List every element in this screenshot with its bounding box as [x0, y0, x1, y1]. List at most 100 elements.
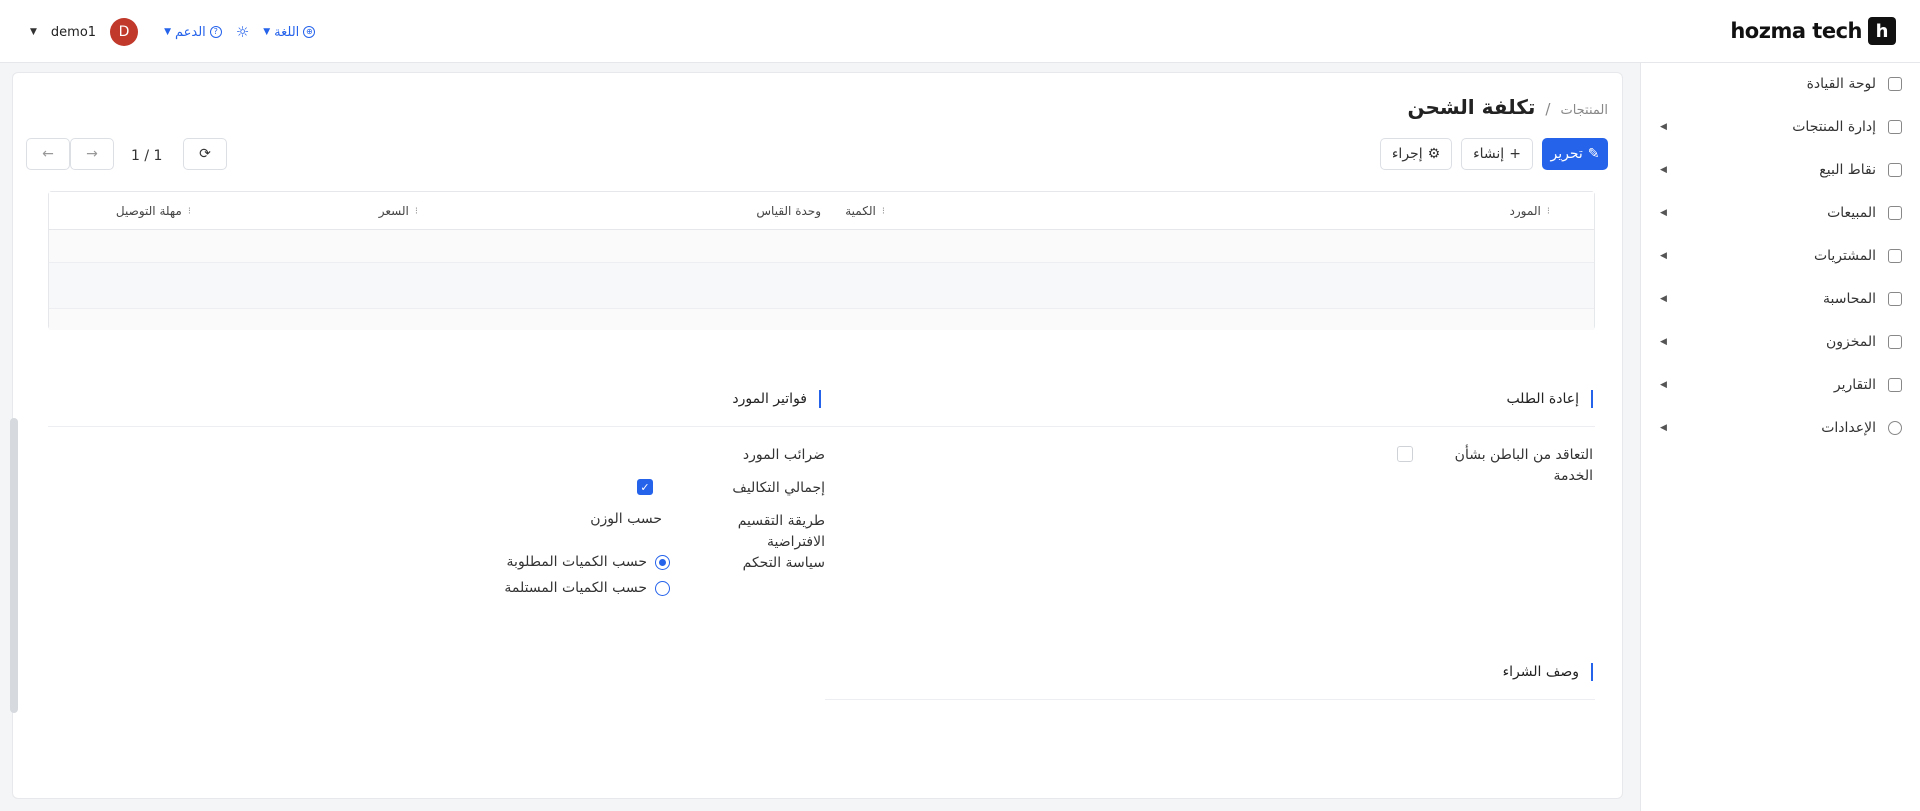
breadcrumb-root[interactable]: المنتجات [1560, 103, 1608, 118]
subcontract-label-line1: التعاقد من الباطن بشأن [1454, 447, 1593, 463]
page-title: تكلفة الشحن [1407, 95, 1536, 119]
arrow-right-icon: → [86, 146, 98, 162]
arrow-left-icon: ← [42, 146, 54, 162]
edit-button-label: تحرير [1550, 146, 1583, 162]
create-button[interactable]: إنشاء + [1461, 138, 1533, 170]
support-label: الدعم [174, 24, 206, 40]
column-header-vendor[interactable]: المورد ⁝ [1510, 204, 1550, 218]
policy-ordered-option[interactable]: حسب الكميات المطلوبة [507, 554, 670, 570]
column-header-quantity[interactable]: الكمية ⁝ [845, 204, 885, 218]
language-menu[interactable]: ▼ اللغة ⊕ [263, 24, 316, 40]
plus-icon: + [1509, 146, 1521, 162]
report-icon [1888, 378, 1902, 392]
sidebar-item-label: المشتريات [1813, 248, 1876, 264]
brand-mark: h [1868, 17, 1896, 45]
sort-icon: ⁝ [187, 205, 191, 217]
column-header-price[interactable]: السعر ⁝ [379, 204, 418, 218]
split-method-label: طريقة التقسيم الافتراضية [738, 511, 825, 553]
column-header-unit[interactable]: وحدة القياس [756, 204, 821, 218]
caret-left-icon: ◀ [1660, 380, 1667, 390]
language-label: اللغة [274, 24, 300, 40]
sidebar-item-label: المحاسبة [1822, 291, 1876, 307]
caret-left-icon: ◀ [1660, 122, 1667, 132]
total-costs-checkbox[interactable]: ✓ [637, 479, 653, 495]
next-page-button[interactable]: → [70, 138, 114, 170]
column-header-label: وحدة القياس [756, 204, 821, 218]
column-header-label: المورد [1509, 204, 1541, 218]
sidebar-item-products[interactable]: ◀ إدارة المنتجات [1640, 112, 1920, 142]
subcontract-label: التعاقد من الباطن بشأن الخدمة [1455, 445, 1593, 487]
action-button-label: إجراء [1391, 146, 1423, 162]
top-actions: ▼ demo1 D ▼ الدعم ? ☼ ▼ اللغة ⊕ [30, 18, 316, 46]
store-icon [1888, 163, 1902, 177]
split-method-value[interactable]: حسب الوزن [590, 511, 662, 527]
avatar[interactable]: D [110, 18, 139, 46]
column-header-lead-time[interactable]: مهلة التوصيل ⁝ [116, 204, 191, 218]
edit-button[interactable]: تحرير ✎ [1542, 138, 1608, 170]
sidebar-item-label: التقارير [1833, 377, 1876, 393]
refresh-button[interactable]: ⟳ [183, 138, 227, 170]
brand-logo[interactable]: hozma tech h [1730, 17, 1896, 45]
dashboard-icon [1888, 77, 1902, 91]
breadcrumb-separator: / [1545, 100, 1551, 118]
split-method-label-line1: طريقة التقسيم [737, 513, 825, 529]
divider [825, 699, 1595, 700]
sidebar-item-pos[interactable]: ◀ نقاط البيع [1640, 155, 1920, 185]
total-costs-label: إجمالي التكاليف [732, 480, 825, 496]
sidebar-item-dashboard[interactable]: لوحة القيادة [1640, 69, 1920, 99]
column-header-label: السعر [378, 204, 409, 218]
chart-icon [1888, 206, 1902, 220]
caret-left-icon: ◀ [1660, 251, 1667, 261]
sidebar-item-accounting[interactable]: ◀ المحاسبة [1640, 284, 1920, 314]
section-title-purchase-description: وصف الشراء [1503, 663, 1594, 681]
globe-icon: ⊕ [303, 26, 316, 38]
vendor-table: المورد ⁝ الكمية ⁝ وحدة القياس السعر ⁝ مه… [48, 191, 1595, 330]
table-row [49, 230, 1594, 263]
sidebar-item-inventory[interactable]: ◀ المخزون [1640, 327, 1920, 357]
sidebar-item-sales[interactable]: ◀ المبيعات [1640, 198, 1920, 228]
caret-left-icon: ◀ [1660, 165, 1667, 175]
subcontract-checkbox[interactable] [1397, 446, 1413, 462]
main-content: المنتجات / تكلفة الشحن تحرير ✎ إنشاء + إ… [12, 72, 1623, 799]
table-header: المورد ⁝ الكمية ⁝ وحدة القياس السعر ⁝ مه… [49, 192, 1594, 230]
sidebar-item-purchases[interactable]: ◀ المشتريات [1640, 241, 1920, 271]
theme-sun-icon[interactable]: ☼ [236, 23, 249, 41]
support-chevron-down-icon: ▼ [164, 27, 171, 37]
support-menu[interactable]: ▼ الدعم ? [164, 25, 222, 40]
sidebar-item-label: لوحة القيادة [1806, 76, 1876, 92]
sidebar-item-reports[interactable]: ◀ التقارير [1640, 370, 1920, 400]
action-button[interactable]: إجراء ⚙ [1380, 138, 1452, 170]
language-chevron-down-icon: ▼ [263, 27, 271, 37]
vendor-taxes-label: ضرائب المورد [742, 447, 825, 463]
refresh-icon: ⟳ [199, 146, 211, 162]
sidebar-item-label: نقاط البيع [1819, 162, 1876, 178]
sidebar: لوحة القيادة ◀ إدارة المنتجات ◀ نقاط الب… [1640, 63, 1920, 811]
sidebar-item-label: إدارة المنتجات [1792, 119, 1876, 135]
section-title-reorder: إعادة الطلب [1506, 390, 1593, 408]
policy-received-option[interactable]: حسب الكميات المستلمة [504, 580, 670, 596]
scrollbar[interactable] [10, 418, 18, 713]
create-button-label: إنشاء [1473, 146, 1505, 162]
column-header-label: الكمية [845, 204, 876, 218]
radio-selected[interactable] [655, 554, 670, 570]
sidebar-item-label: المبيعات [1827, 205, 1876, 221]
column-header-label: مهلة التوصيل [115, 204, 182, 218]
sort-icon: ⁝ [414, 205, 418, 217]
sort-icon: ⁝ [1546, 205, 1550, 217]
ledger-icon [1888, 292, 1902, 306]
brand-name: hozma tech [1730, 19, 1862, 43]
user-name[interactable]: demo1 [51, 25, 96, 40]
sidebar-item-label: المخزون [1825, 334, 1876, 350]
section-title-vendor-bills: فواتير المورد [732, 390, 821, 408]
sort-icon: ⁝ [881, 205, 885, 217]
box-icon [1888, 335, 1902, 349]
sidebar-item-settings[interactable]: ◀ الإعدادات [1640, 413, 1920, 443]
sidebar-item-label: الإعدادات [1821, 420, 1876, 436]
pager-count: 1 / 1 [131, 148, 163, 164]
gear-icon [1888, 421, 1902, 435]
tag-icon [1888, 120, 1902, 134]
radio-unselected[interactable] [655, 580, 670, 596]
caret-left-icon: ◀ [1660, 294, 1667, 304]
user-menu-chevron-down-icon[interactable]: ▼ [30, 27, 37, 37]
prev-page-button[interactable]: ← [26, 138, 70, 170]
